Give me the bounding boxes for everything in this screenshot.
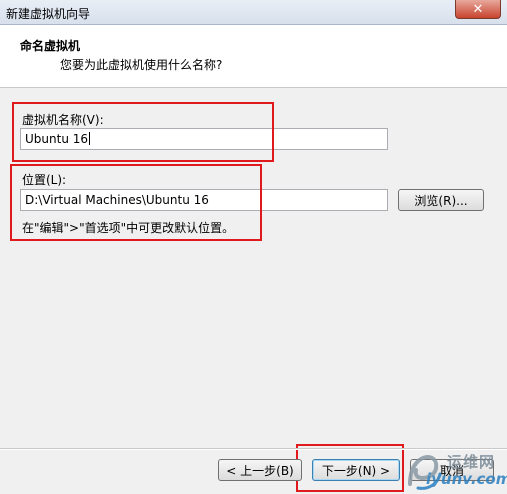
- close-icon: ✕: [472, 1, 484, 17]
- title-bar[interactable]: 新建虚拟机向导 ✕: [0, 0, 507, 25]
- watermark-bottom-text: iyunv.com: [426, 470, 507, 488]
- vm-name-value: Ubuntu 16: [25, 132, 89, 146]
- site-watermark: 运维网 iyunv.com: [404, 448, 507, 492]
- location-hint: 在"编辑">"首选项"中可更改默认位置。: [22, 221, 235, 235]
- window-title: 新建虚拟机向导: [6, 7, 91, 21]
- vm-name-label: 虚拟机名称(V):: [22, 113, 104, 127]
- back-button[interactable]: < 上一步(B): [218, 459, 302, 481]
- browse-button[interactable]: 浏览(R)...: [398, 189, 484, 211]
- close-button[interactable]: ✕: [455, 0, 501, 19]
- location-input[interactable]: D:\Virtual Machines\Ubuntu 16: [20, 189, 388, 211]
- page-title: 命名虚拟机: [20, 39, 81, 53]
- new-vm-wizard-window: 新建虚拟机向导 ✕ 命名虚拟机 您要为此虚拟机使用什么名称? 虚拟机名称(V):…: [0, 0, 507, 494]
- location-label: 位置(L):: [22, 173, 67, 187]
- page-subtitle: 您要为此虚拟机使用什么名称?: [60, 58, 223, 72]
- watermark-top-text: 运维网: [447, 453, 496, 471]
- next-button[interactable]: 下一步(N) >: [312, 459, 400, 481]
- text-caret: [89, 132, 91, 145]
- vm-name-input[interactable]: Ubuntu 16: [20, 128, 388, 150]
- wizard-header: 命名虚拟机 您要为此虚拟机使用什么名称?: [0, 25, 507, 88]
